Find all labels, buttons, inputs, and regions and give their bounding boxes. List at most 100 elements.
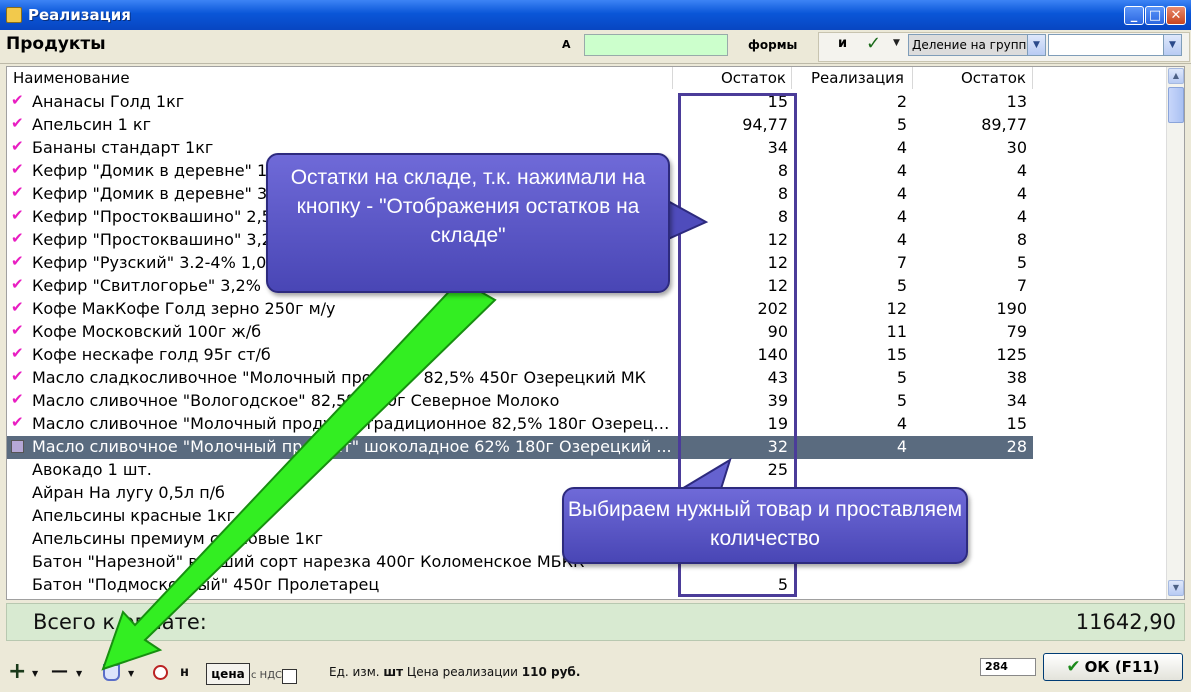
cell-rest: 34 <box>1006 391 1027 410</box>
table-row[interactable]: ✔ Кофе МакКофе Голд зерно 250г м/у 202 12 19… <box>7 298 1033 321</box>
table-row[interactable]: ✔ Ананасы Голд 1кг 15 2 13 <box>7 91 1033 114</box>
group-select[interactable]: Деление на групп ▼ <box>908 34 1046 56</box>
cell-rest: 8 <box>1016 230 1027 249</box>
checkmark-icon[interactable]: ✔ <box>11 275 24 293</box>
checkmark-icon[interactable]: ✔ <box>11 367 24 385</box>
cell-sales[interactable]: 4 <box>897 437 907 456</box>
ok-button-label: ОК (F11) <box>1084 658 1160 676</box>
reset-icon[interactable] <box>153 665 168 680</box>
scroll-up-icon[interactable]: ▲ <box>1168 68 1184 84</box>
cell-sales[interactable]: 4 <box>897 138 907 157</box>
price-button[interactable]: цена <box>206 663 250 685</box>
checkmark-icon[interactable]: ✔ <box>11 252 24 270</box>
table-row[interactable]: ✔ Апельсин 1 кг 94,77 5 89,77 <box>7 114 1033 137</box>
minimize-button[interactable]: _ <box>1124 6 1144 25</box>
checkmark-icon[interactable]: ✔ <box>11 160 24 178</box>
unit-label: Ед. изм. <box>329 665 380 679</box>
chevron-down-icon[interactable]: ▼ <box>1163 35 1181 55</box>
cell-name: Масло сливочное "Молочный продукт" тради… <box>32 414 672 433</box>
close-button[interactable]: ✕ <box>1166 6 1186 25</box>
checkmark-icon[interactable]: ✔ <box>11 321 24 339</box>
checkmark-icon[interactable]: ✔ <box>11 413 24 431</box>
table-row[interactable]: Авокадо 1 шт. 25 <box>7 459 1033 482</box>
chevron-down-icon[interactable]: ▼ <box>1027 35 1045 55</box>
cell-rest: 13 <box>1006 92 1027 111</box>
cell-rest: 190 <box>996 299 1027 318</box>
cell-sales[interactable]: 5 <box>897 391 907 410</box>
cell-sales[interactable]: 5 <box>897 368 907 387</box>
forms-button[interactable]: формы <box>748 38 797 52</box>
search-input[interactable] <box>584 34 728 56</box>
cell-sales[interactable]: 5 <box>897 276 907 295</box>
checkmark-icon[interactable]: ✔ <box>11 344 24 362</box>
header-name[interactable]: Наименование <box>13 69 130 87</box>
checkmark-icon[interactable]: ✔ <box>11 114 24 132</box>
checkmark-icon[interactable]: ✔ <box>11 183 24 201</box>
cell-name: Масло сладкосливочное "Молочный продукт"… <box>32 368 646 387</box>
ok-button[interactable]: ✔ ОК (F11) <box>1043 653 1183 681</box>
table-row[interactable]: ✔ Масло сливочное "Вологодское" 82,5% 180… <box>7 390 1033 413</box>
cell-sales[interactable]: 11 <box>887 322 907 341</box>
cell-sales[interactable]: 4 <box>897 230 907 249</box>
cell-sales[interactable]: 4 <box>897 184 907 203</box>
code-field[interactable]: 284 <box>980 658 1036 676</box>
cell-sales[interactable]: 4 <box>897 161 907 180</box>
row-checkbox[interactable] <box>11 440 24 453</box>
scroll-thumb[interactable] <box>1168 87 1184 123</box>
total-bar: Всего к оплате: 11642,90 <box>6 603 1185 641</box>
chevron-down-icon[interactable]: ▼ <box>32 669 38 678</box>
cell-rest: 5 <box>1016 253 1027 272</box>
header-rest[interactable]: Остаток <box>961 69 1026 87</box>
cell-sales[interactable]: 2 <box>897 92 907 111</box>
window-titlebar: Реализация _ □ ✕ <box>0 0 1191 30</box>
cell-rest: 89,77 <box>981 115 1027 134</box>
bottom-toolbar: + ▼ — ▼ ▼ н цена с НДС Ед. изм. шт Цена … <box>0 653 1191 692</box>
chevron-down-icon[interactable]: ▼ <box>76 669 82 678</box>
cell-rest: 4 <box>1016 184 1027 203</box>
cell-sales[interactable]: 12 <box>887 299 907 318</box>
stock-display-icon[interactable] <box>103 664 120 681</box>
header-stock[interactable]: Остаток <box>721 69 786 87</box>
secondary-select[interactable]: ▼ <box>1048 34 1182 56</box>
maximize-button[interactable]: □ <box>1145 6 1165 25</box>
add-icon[interactable]: + <box>8 659 26 684</box>
table-row[interactable]: ✔ Кофе нескафе голд 95г ст/б 140 15 125 <box>7 344 1033 367</box>
checkmark-icon[interactable]: ✔ <box>11 298 24 316</box>
cell-sales[interactable]: 15 <box>887 345 907 364</box>
cell-sales[interactable]: 4 <box>897 414 907 433</box>
cell-name: Кофе МакКофе Голд зерно 250г м/у <box>32 299 336 318</box>
table-row[interactable]: ✔ Кофе Московский 100г ж/б 90 11 79 <box>7 321 1033 344</box>
cell-name: Апельсин 1 кг <box>32 115 151 134</box>
checkmark-icon[interactable]: ✔ <box>11 206 24 224</box>
cell-name: Масло сливочное "Молочный продукт" шокол… <box>32 437 672 456</box>
cell-rest: 79 <box>1006 322 1027 341</box>
check-icon[interactable]: ✓ <box>866 33 881 54</box>
scroll-down-icon[interactable]: ▼ <box>1168 580 1184 596</box>
checkmark-icon[interactable]: ✔ <box>11 137 24 155</box>
grid-header: Наименование Остаток Реализация Остаток <box>7 67 1167 89</box>
window-title: Реализация <box>28 6 131 24</box>
unit-info: Ед. изм. шт Цена реализации 110 руб. <box>329 665 580 679</box>
remove-icon[interactable]: — <box>51 661 68 681</box>
table-row[interactable]: ✔ Масло сладкосливочное "Молочный продукт… <box>7 367 1033 390</box>
table-row[interactable]: Батон "Подмосковный" 450г Пролетарец 5 <box>7 574 1033 597</box>
chevron-down-icon[interactable]: ▼ <box>128 669 134 678</box>
table-row[interactable]: Масло сливочное "Молочный продукт" шокол… <box>7 436 1033 459</box>
n-button[interactable]: н <box>180 665 189 680</box>
cell-sales[interactable]: 5 <box>897 115 907 134</box>
cell-sales[interactable]: 4 <box>897 207 907 226</box>
header-sales[interactable]: Реализация <box>811 69 904 87</box>
nds-checkbox[interactable] <box>282 669 297 684</box>
checkmark-icon[interactable]: ✔ <box>11 390 24 408</box>
cell-rest: 28 <box>1006 437 1027 456</box>
checkmark-icon[interactable]: ✔ <box>11 91 24 109</box>
vertical-scrollbar[interactable]: ▲ ▼ <box>1166 67 1184 599</box>
search-label: А <box>562 38 571 51</box>
nds-label: с НДС <box>251 670 282 681</box>
checkmark-icon[interactable]: ✔ <box>11 229 24 247</box>
cell-sales[interactable]: 7 <box>897 253 907 272</box>
and-button[interactable]: и <box>838 36 847 51</box>
checkmark-icon: ✔ <box>1066 657 1081 677</box>
table-row[interactable]: ✔ Масло сливочное "Молочный продукт" трад… <box>7 413 1033 436</box>
chevron-down-icon[interactable]: ▼ <box>893 38 900 48</box>
